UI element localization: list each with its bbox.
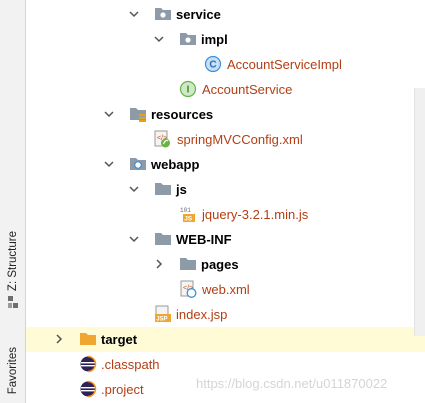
tree-row-impl[interactable]: impl bbox=[26, 27, 425, 52]
java-class-icon: C bbox=[204, 55, 222, 73]
tree-row-target[interactable]: target bbox=[26, 327, 425, 352]
web-folder-icon bbox=[130, 158, 146, 170]
tree-row-resources[interactable]: resources bbox=[26, 102, 425, 127]
chevron-down-icon[interactable] bbox=[153, 33, 165, 45]
web-xml-icon: </> bbox=[180, 280, 197, 298]
tree-row-web-inf[interactable]: WEB-INF bbox=[26, 227, 425, 252]
svg-text:JSP: JSP bbox=[156, 317, 167, 323]
tree-item-label: impl bbox=[201, 32, 228, 47]
chevron-right-icon[interactable] bbox=[153, 258, 165, 270]
folder-icon bbox=[155, 233, 171, 245]
jsp-file-icon: JSP bbox=[155, 305, 171, 323]
eclipse-file-icon bbox=[80, 355, 97, 373]
resources-folder-icon bbox=[130, 108, 146, 122]
tree-item-label: .project bbox=[101, 382, 144, 397]
folder-icon bbox=[180, 258, 196, 270]
package-folder-icon bbox=[155, 8, 171, 20]
tree-row-index-jsp[interactable]: JSP index.jsp bbox=[26, 302, 425, 327]
tree-item-label: AccountServiceImpl bbox=[227, 57, 342, 72]
package-folder-icon bbox=[180, 33, 196, 45]
tree-item-label: resources bbox=[151, 107, 214, 122]
vertical-scrollbar[interactable] bbox=[414, 88, 425, 336]
structure-icon bbox=[8, 296, 18, 309]
tree-item-label: AccountService bbox=[202, 82, 293, 97]
java-interface-icon: I bbox=[179, 80, 197, 98]
svg-text:101: 101 bbox=[180, 207, 191, 214]
favorites-tab-label: Favorites bbox=[7, 347, 19, 395]
structure-tool-tab[interactable]: Z: Structure bbox=[1, 224, 25, 316]
svg-text:C: C bbox=[209, 60, 216, 71]
tree-item-label: webapp bbox=[151, 157, 200, 172]
tree-row-classpath[interactable]: .classpath bbox=[26, 352, 425, 377]
eclipse-file-icon bbox=[80, 380, 97, 398]
tree-row-web-xml[interactable]: </> web.xml bbox=[26, 277, 425, 302]
chevron-down-icon[interactable] bbox=[103, 158, 115, 170]
tree-item-label: service bbox=[176, 7, 221, 22]
chevron-down-icon[interactable] bbox=[128, 233, 140, 245]
tree-item-label: jquery-3.2.1.min.js bbox=[202, 207, 309, 222]
tree-row-js[interactable]: js bbox=[26, 177, 425, 202]
tree-row-pages[interactable]: pages bbox=[26, 252, 425, 277]
svg-text:I: I bbox=[187, 85, 190, 96]
excluded-folder-icon bbox=[80, 333, 96, 345]
chevron-right-icon[interactable] bbox=[53, 333, 65, 345]
tree-row-springmvcconfig[interactable]: </> springMVCConfig.xml bbox=[26, 127, 425, 152]
tree-item-label: WEB-INF bbox=[176, 232, 232, 247]
tree-item-label: web.xml bbox=[202, 282, 250, 297]
tree-item-label: index.jsp bbox=[176, 307, 228, 322]
favorites-tool-tab[interactable]: Favorites bbox=[1, 340, 25, 402]
tree-item-label: js bbox=[176, 182, 187, 197]
chevron-down-icon[interactable] bbox=[128, 183, 140, 195]
tree-row-service[interactable]: service bbox=[26, 2, 425, 27]
tree-item-label: target bbox=[101, 332, 138, 347]
tree-item-label: .classpath bbox=[101, 357, 160, 372]
js-file-icon: 101 JS bbox=[180, 207, 195, 223]
spring-xml-icon: </> bbox=[154, 130, 170, 148]
structure-tab-label: Z: Structure bbox=[7, 230, 19, 292]
watermark-text: https://blog.csdn.net/u011870022 bbox=[196, 376, 388, 391]
tree-row-jquery[interactable]: 101 JS jquery-3.2.1.min.js bbox=[26, 202, 425, 227]
tree-row-accountservice[interactable]: I AccountService bbox=[26, 77, 425, 102]
folder-icon bbox=[155, 183, 171, 195]
tree-item-label: pages bbox=[201, 257, 239, 272]
tool-window-strip: Z: Structure Favorites bbox=[0, 0, 26, 403]
tree-row-accountserviceimpl[interactable]: C AccountServiceImpl bbox=[26, 52, 425, 77]
chevron-down-icon[interactable] bbox=[128, 8, 140, 20]
tree-item-label: springMVCConfig.xml bbox=[177, 132, 303, 147]
svg-text:JS: JS bbox=[184, 216, 193, 223]
chevron-down-icon[interactable] bbox=[103, 108, 115, 120]
tree-row-webapp[interactable]: webapp bbox=[26, 152, 425, 177]
project-tree: service impl C AccountServiceImpl I Acco… bbox=[26, 0, 425, 403]
